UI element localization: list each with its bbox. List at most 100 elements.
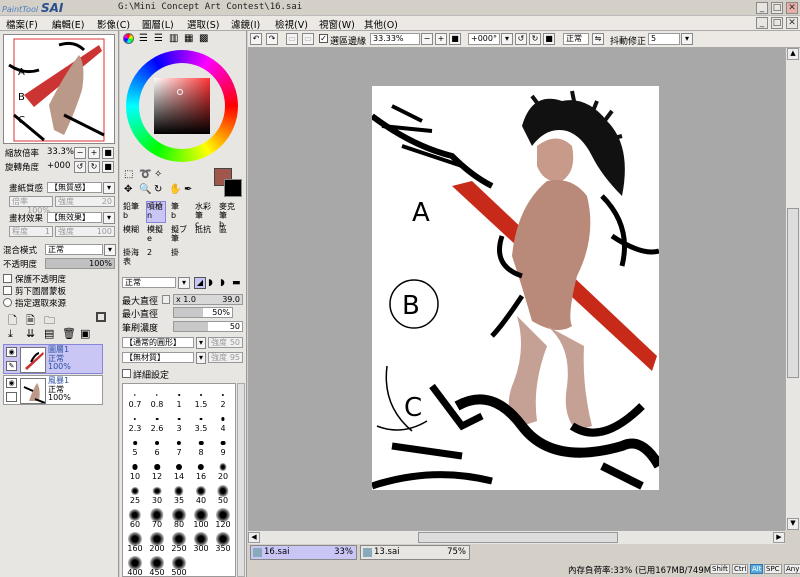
blend-mode-select[interactable]: 正常 <box>45 244 103 255</box>
brush-size-option[interactable]: 1.5 <box>191 386 211 409</box>
brush-size-option[interactable]: 10 <box>125 458 145 481</box>
brush-lock-icon[interactable] <box>6 392 17 402</box>
brush-shape-soft-icon[interactable]: ◗ <box>220 278 225 288</box>
zoom-in-icon[interactable]: + <box>435 33 447 45</box>
flip-icon[interactable]: ⇋ <box>592 33 604 45</box>
menu-view[interactable]: 檢視(V) <box>275 17 308 31</box>
lasso-icon[interactable]: ➰ <box>139 169 151 180</box>
brush-size-option[interactable]: 400 <box>125 554 145 576</box>
brush-shape-round-icon[interactable]: ◗ <box>208 278 213 288</box>
brush-size-option[interactable]: 1 <box>169 386 189 409</box>
minimize-button[interactable]: _ <box>756 2 768 14</box>
brush-size-option[interactable]: 80 <box>169 506 189 529</box>
magic-wand-icon[interactable]: ✧ <box>154 169 162 180</box>
rotate-reset-icon[interactable]: ■ <box>543 33 555 45</box>
gradient-bar-mode-icon[interactable]: ▥ <box>169 33 178 44</box>
menu-other[interactable]: 其他(O) <box>364 17 398 31</box>
rotate-tool-icon[interactable]: ↻ <box>154 184 162 195</box>
tool-binary-pen[interactable]: 掛 <box>170 247 190 269</box>
rotate-cw-icon[interactable]: ↻ <box>529 33 541 45</box>
paper-effect-select[interactable]: 【無效果】 <box>47 212 102 223</box>
brush-size-option[interactable]: 3.5 <box>191 410 211 433</box>
dropdown-arrow-icon[interactable]: ▾ <box>501 33 513 45</box>
dropdown-arrow-icon[interactable]: ▾ <box>681 33 693 45</box>
opacity-slider[interactable]: 100% <box>45 258 115 269</box>
tool-eraser[interactable]: 掛海表 <box>122 247 142 269</box>
selection-source-radio[interactable] <box>3 298 12 307</box>
tool-blend[interactable]: 模擬 e <box>146 224 166 246</box>
zoom-select[interactable]: 33.33% <box>370 33 420 45</box>
undo-icon[interactable]: ↶ <box>250 33 262 45</box>
brush-size-scrollbar[interactable] <box>237 383 245 577</box>
close-button[interactable]: ✕ <box>786 2 798 14</box>
dropdown-arrow-icon[interactable]: ▾ <box>196 337 206 349</box>
selection-edge-checkbox[interactable]: ✓ <box>319 34 328 43</box>
brush-size-option[interactable]: 25 <box>125 482 145 505</box>
brush-size-option[interactable]: 5 <box>125 434 145 457</box>
eye-icon[interactable]: ◉ <box>6 347 17 357</box>
dropdown-arrow-icon[interactable]: ▾ <box>178 277 190 289</box>
brush-size-option[interactable]: 350 <box>213 530 233 553</box>
selection-rect-icon[interactable]: ⬚ <box>124 169 133 180</box>
color-wheel[interactable] <box>123 47 241 165</box>
merge-down-icon[interactable]: ⇊ <box>26 327 35 340</box>
eyedropper-icon[interactable]: ✒ <box>184 184 192 195</box>
brush-size-option[interactable]: 30 <box>147 482 167 505</box>
rotate-reset-button[interactable]: ■ <box>102 161 114 173</box>
menu-edit[interactable]: 編輯(E) <box>52 17 84 31</box>
brush-size-option[interactable]: 200 <box>147 530 167 553</box>
brush-size-option[interactable]: 0.7 <box>125 386 145 409</box>
redo-icon[interactable]: ↷ <box>266 33 278 45</box>
min-size-slider[interactable]: 50% <box>173 307 233 318</box>
brush-size-option[interactable]: 500 <box>169 554 189 576</box>
menu-filter[interactable]: 濾鏡(I) <box>231 17 260 31</box>
secondary-color-swatch[interactable] <box>224 179 242 197</box>
horizontal-scrollbar[interactable]: ◀ ▶ <box>248 530 785 544</box>
menu-image[interactable]: 影像(C) <box>97 17 130 31</box>
brush-size-option[interactable]: 0.8 <box>147 386 167 409</box>
tool-smudge[interactable]: 擬ブ筆 <box>170 224 190 246</box>
brush-size-option[interactable]: 35 <box>169 482 189 505</box>
maximize-button[interactable]: □ <box>771 2 783 14</box>
color-wheel-mode-icon[interactable] <box>123 33 134 44</box>
zoom-fit-icon[interactable]: ■ <box>449 33 461 45</box>
canvas-area[interactable]: A B C <box>248 48 785 530</box>
rotation-select[interactable]: +000° <box>468 33 500 45</box>
max-size-toggle[interactable] <box>162 295 170 304</box>
vertical-scrollbar[interactable]: ▲ ▼ <box>785 48 800 530</box>
scroll-right-icon[interactable]: ▶ <box>773 532 785 543</box>
navigator-thumbnail[interactable]: A B C <box>3 34 115 144</box>
tool-airbrush[interactable]: 噴槍 n <box>146 201 166 223</box>
zoom-reset-button[interactable]: ■ <box>102 147 114 159</box>
tool-bucket[interactable]: 2 <box>146 247 166 269</box>
scroll-left-icon[interactable]: ◀ <box>248 532 260 543</box>
scroll-down-icon[interactable]: ▼ <box>787 518 799 530</box>
paper-texture-select[interactable]: 【無質感】 <box>47 182 102 193</box>
brush-size-option[interactable]: 20 <box>213 458 233 481</box>
layer-property-icon[interactable]: ▣ <box>80 327 90 340</box>
brush-size-option[interactable]: 60 <box>125 506 145 529</box>
brush-shape-strength[interactable]: 強度 50 <box>208 337 243 348</box>
saturation-value-square[interactable] <box>154 78 210 134</box>
rgb-slider-mode-icon[interactable]: ☰ <box>139 33 148 44</box>
preserve-opacity-row[interactable]: 保護不透明度 <box>3 273 116 285</box>
brush-size-option[interactable]: 16 <box>191 458 211 481</box>
mdi-close-button[interactable]: ✕ <box>786 17 798 29</box>
clip-group-row[interactable]: 剪下圖層蒙板 <box>3 285 116 297</box>
tool-watercolor[interactable]: 水彩筆 c <box>194 201 214 229</box>
canvas-blend-select[interactable]: 正常 <box>563 33 589 45</box>
file-tab[interactable]: 16.sai 33% <box>250 545 357 560</box>
tool-blur[interactable]: 模糊 <box>122 224 142 246</box>
texture-strength-field[interactable]: 強度 20 <box>55 196 115 207</box>
zoom-tool-icon[interactable]: 🔍 <box>139 184 151 195</box>
horizontal-scroll-thumb[interactable] <box>418 532 618 543</box>
dropdown-arrow-icon[interactable]: ▾ <box>104 244 116 256</box>
preserve-opacity-checkbox[interactable] <box>3 274 12 283</box>
brush-size-option[interactable]: 120 <box>213 506 233 529</box>
layer-mask-icon[interactable] <box>96 312 106 322</box>
menu-window[interactable]: 視窗(W) <box>319 17 355 31</box>
vertical-scroll-thumb[interactable] <box>787 208 799 378</box>
stabilizer-select[interactable]: 5 <box>648 33 680 45</box>
brush-size-option[interactable]: 2.3 <box>125 410 145 433</box>
brush-shape-sharp-icon[interactable]: ◢ <box>194 277 206 289</box>
